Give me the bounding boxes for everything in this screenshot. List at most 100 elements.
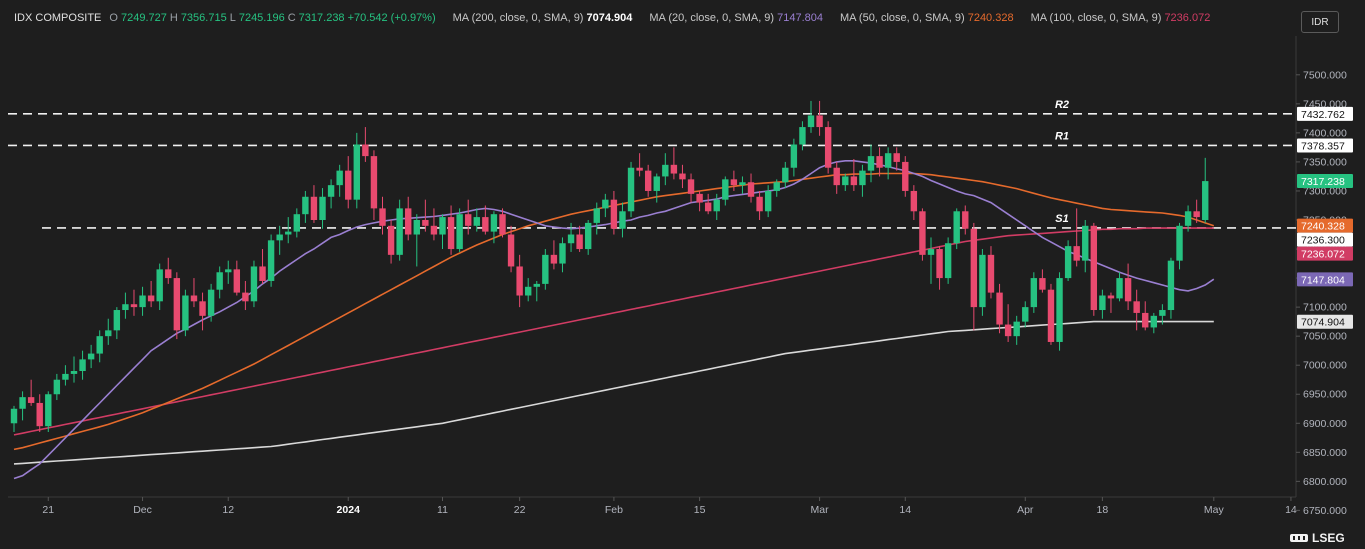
candle-body	[242, 292, 249, 302]
x-tick-label: 18	[1097, 504, 1109, 516]
x-tick-label: Apr	[1017, 504, 1034, 516]
x-tick-label: 11	[437, 504, 448, 516]
candle-body	[147, 295, 155, 302]
candle-body	[1030, 278, 1038, 308]
candle-body	[327, 185, 335, 197]
candle-body	[216, 272, 223, 290]
candle-body	[1022, 307, 1029, 322]
x-tick-label: Feb	[605, 504, 623, 516]
candle-body	[910, 190, 918, 212]
candle-body	[670, 164, 678, 174]
candle-body	[833, 167, 840, 186]
lseg-emblem-icon	[1290, 534, 1308, 542]
candle-body	[276, 234, 283, 241]
candle-body	[130, 304, 138, 308]
candle-body	[807, 115, 815, 128]
x-tick-label: 14	[899, 504, 911, 516]
price-tag: 7240.328	[1301, 221, 1345, 233]
candle-body	[1176, 225, 1183, 261]
candle-body	[1004, 324, 1012, 337]
candle-body	[490, 214, 498, 232]
candle-body	[662, 164, 669, 177]
y-tick-label: 6950.000	[1303, 389, 1347, 401]
candle-body	[370, 156, 378, 209]
candle-body	[310, 196, 318, 220]
candle-body	[782, 167, 789, 183]
price-tag: 7317.238	[1301, 176, 1345, 188]
candle-body	[405, 208, 412, 235]
candle-body	[507, 234, 515, 267]
candle-body	[156, 269, 163, 302]
candle-body	[53, 379, 61, 395]
candle-body	[1090, 225, 1098, 311]
level-price-tag: 7432.762	[1301, 109, 1345, 121]
candle-body	[1167, 260, 1175, 311]
x-tick-label: 2024	[337, 504, 361, 516]
price-tag: 7074.904	[1301, 317, 1345, 329]
candle-body	[225, 269, 232, 273]
candlestick-chart[interactable]: 6750.000 6800.000 6850.000 6900.000 6950.000…	[0, 0, 1365, 549]
candle-body	[550, 254, 558, 264]
y-tick-label: 7500.000	[1303, 69, 1347, 81]
candle-body	[233, 269, 241, 293]
candle-body	[10, 408, 18, 424]
candle-body	[816, 115, 823, 128]
candle-body	[87, 353, 95, 360]
candle-body	[653, 176, 660, 191]
y-tick-label: 7050.000	[1303, 331, 1347, 343]
ma100-line	[13, 227, 1214, 436]
candle-body	[722, 179, 729, 200]
candle-body	[413, 220, 420, 235]
candle-body	[62, 373, 69, 380]
price-tag: 7236.072	[1301, 249, 1345, 261]
candle-body	[182, 295, 189, 331]
candle-body	[345, 170, 352, 200]
level-price-tag: 7236.300	[1301, 235, 1345, 247]
candle-body	[499, 214, 506, 235]
candle-body	[250, 266, 258, 302]
candle-body	[542, 254, 549, 284]
candle-body	[996, 292, 1003, 325]
candle-body	[610, 199, 618, 229]
candle-body	[1056, 278, 1063, 342]
candle-body	[70, 371, 78, 374]
candle-body	[379, 208, 386, 226]
candle-body	[584, 222, 592, 250]
x-tick-label: 21	[42, 504, 54, 516]
candle-body	[1073, 246, 1080, 261]
level-label-r1: R1	[1055, 130, 1069, 142]
candle-body	[362, 144, 369, 157]
x-tick-label: Mar	[811, 504, 830, 516]
candle-body	[1039, 278, 1046, 290]
candle-body	[644, 170, 652, 191]
candle-body	[936, 249, 943, 279]
candle-body	[987, 254, 995, 293]
level-price-tag: 7378.357	[1301, 140, 1345, 152]
candle-body	[27, 397, 35, 403]
y-tick-label: 6750.000	[1303, 505, 1347, 517]
candle-body	[824, 127, 832, 168]
candle-body	[867, 156, 875, 171]
lseg-logo: LSEG	[1290, 531, 1345, 545]
y-tick-label: 6850.000	[1303, 447, 1347, 459]
candle-body	[113, 310, 121, 331]
candle-body	[559, 243, 566, 264]
candle-body	[285, 231, 292, 235]
candle-body	[593, 208, 600, 223]
x-tick-label: May	[1204, 504, 1225, 516]
candle-body	[893, 153, 900, 162]
candle-body	[79, 359, 86, 372]
candle-body	[859, 170, 866, 186]
candle-body	[336, 170, 343, 186]
y-tick-label: 7000.000	[1303, 360, 1347, 372]
candle-body	[439, 217, 446, 235]
candle-body	[473, 217, 480, 226]
candle-body	[1107, 295, 1115, 299]
candle-body	[139, 295, 146, 308]
candle-body	[773, 182, 780, 191]
level-label-s1: S1	[1055, 213, 1068, 225]
candle-body	[902, 161, 909, 191]
candle-body	[1150, 315, 1158, 328]
candle-body	[533, 283, 540, 287]
candle-body	[1184, 211, 1192, 226]
